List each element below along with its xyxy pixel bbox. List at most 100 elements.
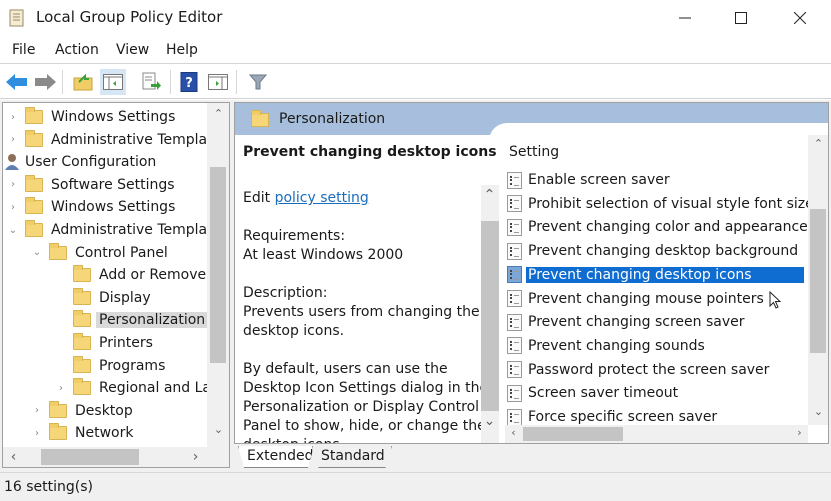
help-button[interactable]: ? bbox=[176, 69, 202, 95]
window-title: Local Group Policy Editor bbox=[36, 8, 223, 26]
pane-frame: › Windows Settings › Administrative Templat… bbox=[0, 100, 831, 472]
toolbar-separator bbox=[236, 70, 237, 94]
chevron-right-icon[interactable]: › bbox=[7, 112, 19, 123]
scroll-up-arrow[interactable]: ⌃ bbox=[481, 187, 498, 203]
minimize-button[interactable] bbox=[657, 0, 713, 36]
folder-icon bbox=[73, 310, 91, 328]
policy-setting-icon bbox=[507, 266, 522, 284]
tab-standard[interactable]: Standard bbox=[312, 446, 392, 468]
tree-item[interactable]: › Administrative Template bbox=[7, 129, 221, 151]
tree-item[interactable]: Display bbox=[55, 287, 151, 309]
up-one-level-button[interactable] bbox=[70, 69, 96, 95]
tree-item[interactable]: › Windows Settings bbox=[7, 196, 175, 218]
policy-setting-icon bbox=[507, 337, 522, 355]
menu-file[interactable]: File bbox=[12, 42, 35, 58]
folder-icon bbox=[49, 423, 67, 441]
tree-item[interactable]: › Windows Settings bbox=[7, 106, 175, 128]
folder-icon bbox=[49, 242, 67, 260]
tree-item[interactable]: › Regional and Lar bbox=[55, 377, 217, 399]
folder-up-icon bbox=[73, 73, 93, 91]
chevron-right-icon[interactable]: › bbox=[31, 405, 43, 416]
settings-list-item[interactable]: Screen saver timeout bbox=[507, 382, 807, 404]
column-header-setting[interactable]: Setting bbox=[509, 144, 559, 160]
tree-item[interactable]: › Software Settings bbox=[7, 174, 175, 196]
scroll-thumb[interactable] bbox=[210, 167, 226, 363]
toolbar-separator bbox=[62, 70, 63, 94]
folder-icon bbox=[25, 220, 43, 237]
status-bar: 16 setting(s) bbox=[0, 472, 831, 501]
scroll-down-arrow[interactable]: ⌄ bbox=[810, 405, 827, 418]
chevron-down-icon[interactable]: ⌄ bbox=[7, 225, 19, 236]
description-text: Prevents users from changing the desktop… bbox=[243, 304, 480, 339]
tree-item[interactable]: › Network bbox=[31, 422, 133, 444]
tree-item[interactable]: ⌄ Administrative Template bbox=[7, 219, 221, 241]
edit-policy-setting-link[interactable]: policy setting bbox=[275, 190, 369, 206]
scroll-up-arrow[interactable]: ⌃ bbox=[810, 137, 827, 150]
description-label: Description: bbox=[243, 285, 328, 301]
settings-list-item[interactable]: Prevent changing desktop background bbox=[507, 240, 807, 262]
tree-item[interactable]: Programs bbox=[55, 355, 165, 377]
chevron-down-icon[interactable]: ⌄ bbox=[31, 247, 43, 258]
scroll-thumb[interactable] bbox=[810, 209, 826, 353]
chevron-right-icon[interactable]: › bbox=[7, 202, 19, 213]
show-hide-action-pane-button[interactable] bbox=[205, 69, 231, 95]
scroll-right-arrow[interactable]: › bbox=[187, 449, 204, 465]
chevron-right-icon[interactable]: › bbox=[31, 428, 43, 439]
export-list-button[interactable] bbox=[138, 69, 164, 95]
minimize-icon bbox=[679, 17, 691, 19]
settings-horizontal-scrollbar[interactable]: ‹ › bbox=[505, 425, 808, 443]
console-tree-icon bbox=[103, 74, 123, 90]
scroll-thumb[interactable] bbox=[481, 221, 499, 411]
settings-list-item[interactable]: Prevent changing desktop icons bbox=[507, 264, 807, 286]
settings-list-item[interactable]: Prevent changing screen saver bbox=[507, 311, 807, 333]
chevron-right-icon[interactable]: › bbox=[7, 134, 19, 145]
filter-button[interactable] bbox=[245, 69, 271, 95]
close-button[interactable] bbox=[772, 0, 828, 36]
tree-item-label: Administrative Template bbox=[51, 131, 222, 148]
settings-list-item[interactable]: Enable screen saver bbox=[507, 169, 807, 191]
tree-item[interactable]: Add or Remove P bbox=[55, 264, 219, 286]
maximize-icon bbox=[735, 12, 747, 24]
folder-icon bbox=[73, 378, 91, 396]
menu-action[interactable]: Action bbox=[55, 42, 99, 58]
scroll-up-arrow[interactable]: ⌃ bbox=[210, 107, 227, 120]
scroll-thumb[interactable] bbox=[41, 449, 139, 465]
scroll-thumb[interactable] bbox=[523, 427, 623, 441]
tree-item[interactable]: Personalization bbox=[55, 309, 209, 331]
settings-vertical-scrollbar[interactable]: ⌃ ⌄ bbox=[808, 135, 828, 425]
scroll-right-arrow[interactable]: › bbox=[791, 426, 808, 439]
chevron-right-icon[interactable]: › bbox=[7, 179, 19, 190]
settings-list-item[interactable]: Prevent changing mouse pointers bbox=[507, 288, 807, 310]
back-button[interactable] bbox=[4, 69, 30, 95]
scroll-left-arrow[interactable]: ‹ bbox=[5, 449, 22, 465]
tab-extended[interactable]: Extended bbox=[238, 446, 314, 468]
requirements-value: At least Windows 2000 bbox=[243, 247, 404, 263]
tree-item[interactable]: User Configuration bbox=[3, 151, 156, 173]
tree-horizontal-scrollbar[interactable]: ‹ › bbox=[3, 447, 229, 467]
show-hide-console-tree-button[interactable] bbox=[100, 69, 126, 95]
tree-item-label: Printers bbox=[99, 335, 153, 351]
menu-help[interactable]: Help bbox=[166, 42, 198, 58]
scroll-down-arrow[interactable]: ⌄ bbox=[210, 423, 227, 436]
scroll-down-arrow[interactable]: ⌄ bbox=[481, 413, 498, 429]
policy-setting-icon bbox=[507, 195, 522, 213]
setting-label: Prevent changing sounds bbox=[528, 337, 705, 354]
tree-item[interactable]: Printers bbox=[55, 332, 153, 354]
settings-list-item[interactable]: Prevent changing color and appearance bbox=[507, 216, 808, 238]
policy-title: Prevent changing desktop icons bbox=[243, 144, 497, 160]
chevron-right-icon[interactable]: › bbox=[55, 383, 67, 394]
settings-list-item[interactable]: Prevent changing sounds bbox=[507, 335, 807, 357]
settings-list-item[interactable]: Prohibit selection of visual style font … bbox=[507, 193, 814, 215]
tree-item[interactable]: › Desktop bbox=[31, 400, 133, 422]
policy-setting-icon bbox=[507, 290, 522, 307]
tree-vertical-scrollbar[interactable]: ⌃ ⌄ bbox=[207, 103, 229, 447]
folder-icon bbox=[25, 197, 43, 215]
description-scrollbar[interactable]: ⌃ ⌄ bbox=[481, 185, 499, 443]
scroll-left-arrow[interactable]: ‹ bbox=[505, 426, 522, 439]
forward-button[interactable] bbox=[32, 69, 58, 95]
tree-item[interactable]: ⌄ Control Panel bbox=[31, 242, 168, 264]
menu-view[interactable]: View bbox=[116, 42, 149, 58]
maximize-button[interactable] bbox=[713, 0, 769, 36]
settings-list-item[interactable]: Password protect the screen saver bbox=[507, 359, 807, 381]
tree-item-label: User Configuration bbox=[25, 154, 157, 171]
